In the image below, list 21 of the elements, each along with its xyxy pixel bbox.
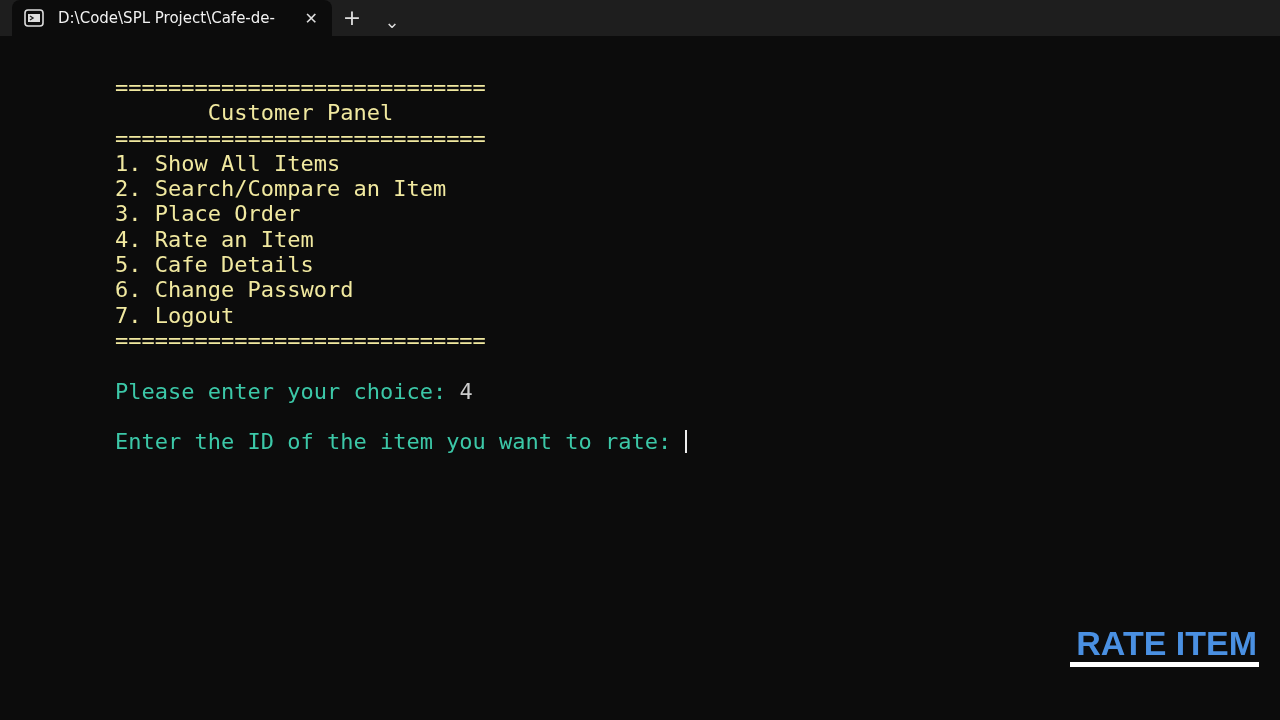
new-tab-button[interactable]: + bbox=[332, 0, 372, 36]
menu-option: 1. Show All Items bbox=[115, 150, 341, 177]
menu-option: 6. Change Password bbox=[115, 277, 354, 303]
prompt-text: Please enter your choice: bbox=[115, 378, 448, 404]
menu-option: 5. Cafe Details bbox=[115, 252, 314, 278]
panel-heading: Customer Panel bbox=[206, 100, 394, 126]
dropdown-button[interactable]: ⌄ bbox=[372, 8, 412, 36]
separator-line: ============================ bbox=[115, 75, 486, 101]
video-caption: RATE ITEM bbox=[1070, 624, 1259, 667]
typed-answer: 4 bbox=[459, 378, 473, 404]
close-button[interactable]: ✕ bbox=[304, 8, 318, 28]
terminal-icon bbox=[24, 9, 44, 27]
separator-line: ============================ bbox=[115, 125, 486, 151]
prompt-text: Enter the ID of the item you want to rate: bbox=[115, 429, 673, 455]
tab-title: D:\Code\SPL Project\Cafe-de- bbox=[58, 9, 276, 27]
menu-option: 7. Logout bbox=[115, 302, 235, 328]
menu-option: 4. Rate an Item bbox=[115, 226, 314, 253]
menu-option: 3. Place Order bbox=[115, 201, 301, 227]
terminal-tab[interactable]: D:\Code\SPL Project\Cafe-de- ✕ bbox=[12, 0, 332, 36]
menu-option: 2. Search/Compare an Item bbox=[115, 176, 447, 202]
separator-line: ============================ bbox=[115, 327, 486, 354]
